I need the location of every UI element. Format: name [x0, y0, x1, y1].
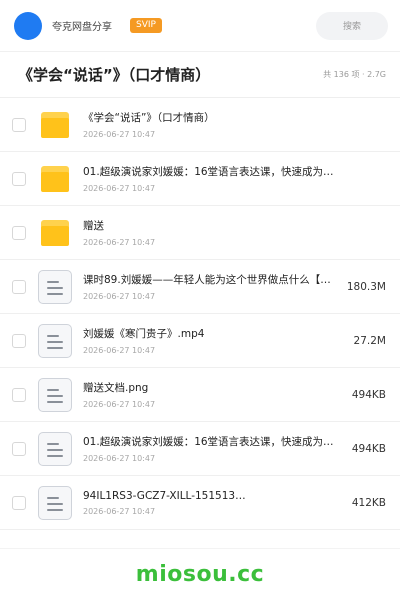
file-date: 2026-06-27 10:47 [83, 506, 156, 516]
folder-icon [38, 216, 72, 250]
document-icon [38, 269, 72, 304]
app-name: 夸克网盘分享 [52, 22, 112, 33]
search-input[interactable]: 搜索 [316, 11, 388, 40]
folder-title-bar: 《学会“说话”》（口才情商） 共 136 项 · 2.7G [0, 52, 400, 98]
row-checkbox[interactable] [12, 441, 26, 456]
file-name: 课时89.刘媛媛——年轻人能为这个世界做点什么【公… [83, 274, 339, 286]
file-row[interactable]: 课时89.刘媛媛——年轻人能为这个世界做点什么【公… 2026-06-27 10:… [0, 260, 400, 314]
item-count: 共 136 项 · 2.7G [323, 70, 386, 79]
file-date: 2026-06-27 10:47 [83, 454, 156, 463]
avatar[interactable] [14, 11, 42, 40]
file-name: 01.超级演说家刘媛媛：16堂语言表达课，快速成为… [83, 436, 334, 448]
document-icon [38, 377, 72, 412]
file-row[interactable]: 01.超级演说家刘媛媛：16堂语言表达课，快速成为… 2026-06-27 10:… [0, 422, 400, 476]
top-bar: 夸克网盘分享 SVIP 搜索 [0, 0, 400, 52]
row-checkbox[interactable] [12, 225, 26, 240]
file-date: 2026-06-27 10:47 [83, 130, 156, 139]
document-icon [38, 323, 72, 358]
file-name: 01.超级演说家刘媛媛：16堂语言表达课，快速成为… [83, 166, 334, 178]
file-size: 180.3M [346, 280, 386, 293]
document-icon [38, 431, 72, 466]
file-size: 412KB [351, 496, 386, 509]
row-checkbox[interactable] [12, 495, 26, 510]
file-date: 2026-06-27 10:47 [83, 184, 156, 193]
file-date: 2026-06-27 10:47 [83, 346, 156, 355]
file-name: 94IL1RS3-GCZ7-XILL-151513… [83, 489, 246, 502]
row-checkbox[interactable] [12, 279, 26, 294]
file-date: 2026-06-27 10:47 [83, 292, 156, 301]
file-size: 27.2M [353, 334, 386, 347]
file-date: 2026-06-27 10:47 [83, 238, 156, 247]
file-list: 《学会“说话”》（口才情商） 2026-06-27 10:47 01.超级演说家刘媛… [0, 98, 400, 530]
site-watermark: miosou.cc [135, 562, 265, 587]
folder-row[interactable]: 赠送 2026-06-27 10:47 [0, 206, 400, 260]
folder-row[interactable]: 01.超级演说家刘媛媛：16堂语言表达课，快速成为… 2026-06-27 10:… [0, 152, 400, 206]
page-title: 《学会“说话”》（口才情商） [18, 66, 211, 84]
svip-badge: SVIP [130, 18, 162, 33]
folder-icon [38, 162, 72, 196]
file-size: 494KB [351, 442, 386, 455]
row-checkbox[interactable] [12, 333, 26, 348]
file-row[interactable]: 94IL1RS3-GCZ7-XILL-151513… 2026-06-27 10:… [0, 476, 400, 530]
row-checkbox[interactable] [12, 171, 26, 186]
folder-row[interactable]: 《学会“说话”》（口才情商） 2026-06-27 10:47 [0, 98, 400, 152]
file-date: 2026-06-27 10:47 [83, 400, 156, 409]
file-row[interactable]: 刘媛媛《寒门贵子》.mp4 2026-06-27 10:47 27.2M [0, 314, 400, 368]
footer: miosou.cc [0, 548, 400, 600]
row-checkbox[interactable] [12, 387, 26, 402]
row-checkbox[interactable] [12, 117, 26, 132]
file-name: 刘媛媛《寒门贵子》.mp4 [83, 328, 205, 340]
document-icon [38, 485, 72, 520]
folder-icon [38, 108, 72, 142]
file-name: 《学会“说话”》（口才情商） [83, 112, 215, 124]
file-size: 494KB [351, 388, 386, 401]
file-row[interactable]: 赠送文档.png 2026-06-27 10:47 494KB [0, 368, 400, 422]
file-name: 赠送 [83, 220, 104, 232]
file-name: 赠送文档.png [83, 382, 149, 394]
